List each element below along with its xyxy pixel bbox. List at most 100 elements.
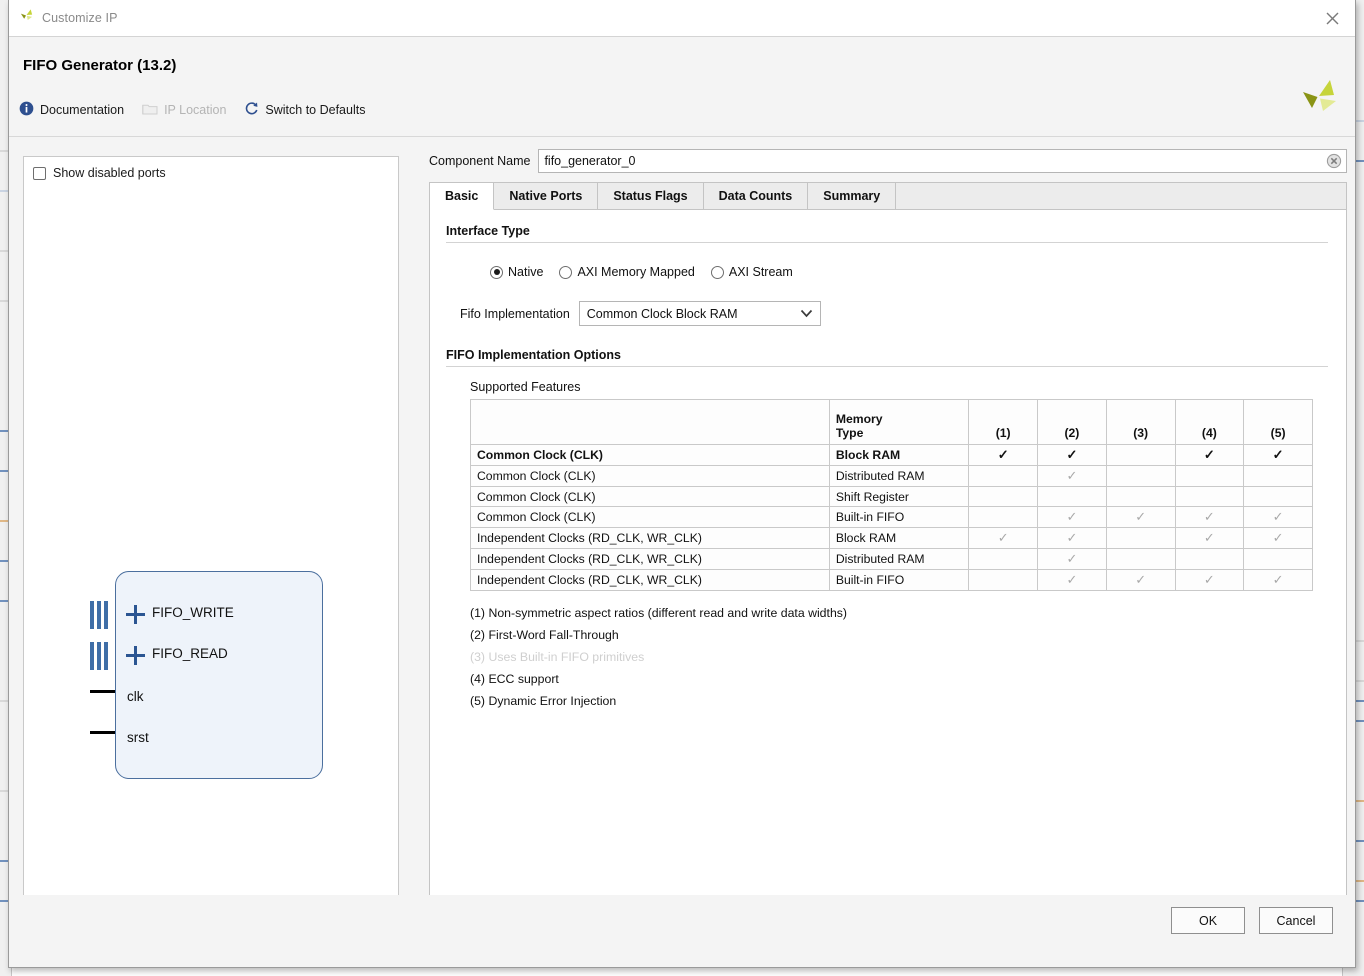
cell-memory-type: Block RAM bbox=[828, 444, 970, 466]
cell-feature-2: ✓ bbox=[1037, 444, 1107, 466]
srst-pin bbox=[90, 731, 116, 734]
switch-to-defaults-button[interactable]: Switch to Defaults bbox=[244, 101, 365, 119]
check-icon: ✓ bbox=[1066, 447, 1078, 462]
col-note-4: (4) bbox=[1174, 399, 1245, 445]
documentation-button[interactable]: Documentation bbox=[19, 101, 124, 119]
radio-axi-stream[interactable]: AXI Stream bbox=[710, 265, 793, 279]
cell-feature-4 bbox=[1174, 486, 1245, 507]
component-name-input[interactable]: fifo_generator_0 bbox=[538, 149, 1347, 173]
tab-content-basic: Interface Type Native AXI Memory Mapped bbox=[430, 210, 1346, 917]
dialog-title: Customize IP bbox=[42, 11, 118, 25]
ok-button[interactable]: OK bbox=[1171, 907, 1245, 934]
check-icon: ✓ bbox=[1066, 551, 1078, 566]
documentation-label: Documentation bbox=[40, 103, 125, 117]
cell-feature-3 bbox=[1105, 465, 1176, 487]
tab-status-flags[interactable]: Status Flags bbox=[598, 183, 704, 209]
cell-clocking: Common Clock (CLK) bbox=[470, 444, 830, 466]
dialog-footer: OK Cancel bbox=[9, 895, 1355, 967]
supported-features-body: Common Clock (CLK) Block RAM ✓ ✓ ✓ ✓ Common Cl… bbox=[470, 444, 1313, 591]
supported-features-label: Supported Features bbox=[470, 380, 581, 394]
check-icon: ✓ bbox=[1203, 509, 1215, 524]
fifo-write-bus-pin bbox=[90, 601, 110, 629]
tab-data-counts[interactable]: Data Counts bbox=[704, 183, 809, 209]
expand-fifo-read-icon[interactable] bbox=[126, 646, 145, 665]
ip-location-label: IP Location bbox=[164, 103, 227, 117]
check-icon: ✓ bbox=[1066, 509, 1078, 524]
ip-symbol-block bbox=[115, 571, 323, 779]
tab-strip: Basic Native Ports Status Flags Data Cou… bbox=[430, 183, 1346, 210]
cell-feature-1 bbox=[968, 506, 1039, 528]
check-icon: ✓ bbox=[1272, 447, 1284, 462]
dialog-body: Show disabled ports FIFO_WRITE FIFO_READ… bbox=[9, 137, 1355, 932]
table-row: Independent Clocks (RD_CLK, WR_CLK) Block… bbox=[470, 527, 1313, 549]
cell-feature-3 bbox=[1105, 527, 1176, 549]
tab-summary[interactable]: Summary bbox=[808, 183, 897, 209]
show-disabled-ports-checkbox[interactable]: Show disabled ports bbox=[33, 166, 166, 180]
cell-feature-3 bbox=[1105, 444, 1176, 466]
col-note-2: (2) bbox=[1037, 399, 1107, 445]
cell-memory-type: Built-in FIFO bbox=[828, 506, 970, 528]
col-memory-type: Memory Type bbox=[828, 399, 970, 445]
cell-clocking: Common Clock (CLK) bbox=[470, 486, 830, 507]
tab-native-ports[interactable]: Native Ports bbox=[494, 183, 599, 209]
port-label-fifo-read: FIFO_READ bbox=[152, 646, 228, 661]
tab-basic[interactable]: Basic bbox=[430, 183, 495, 210]
cell-clocking: Common Clock (CLK) bbox=[470, 506, 830, 528]
cell-feature-4 bbox=[1174, 548, 1245, 570]
footer-buttons: OK Cancel bbox=[1171, 907, 1333, 934]
table-row: Common Clock (CLK) Shift Register bbox=[470, 486, 1313, 507]
cell-feature-2: ✓ bbox=[1037, 527, 1107, 549]
table-row: Common Clock (CLK) Distributed RAM ✓ bbox=[470, 465, 1313, 487]
cell-clocking: Independent Clocks (RD_CLK, WR_CLK) bbox=[470, 548, 830, 570]
radio-axi-memory-mapped-indicator bbox=[559, 265, 573, 279]
cell-feature-5 bbox=[1243, 486, 1313, 507]
cell-feature-1 bbox=[968, 569, 1039, 591]
cell-clocking: Independent Clocks (RD_CLK, WR_CLK) bbox=[470, 527, 830, 549]
clk-pin bbox=[90, 690, 116, 693]
radio-native-label: Native bbox=[508, 265, 544, 279]
xilinx-logo-icon bbox=[19, 8, 34, 28]
fifo-implementation-select[interactable]: Common Clock Block RAM bbox=[578, 301, 821, 326]
tab-strip-filler bbox=[896, 183, 1346, 209]
table-row: Common Clock (CLK) Built-in FIFO ✓ ✓ ✓ ✓ bbox=[470, 506, 1313, 528]
close-icon[interactable] bbox=[1315, 3, 1349, 33]
footnote-2: (2) First-Word Fall-Through bbox=[470, 628, 619, 642]
cell-feature-1: ✓ bbox=[968, 527, 1039, 549]
supported-features-table: Memory Type (1) (2) (3) (4) (5) Common C… bbox=[470, 399, 1313, 591]
footnote-3: (3) Uses Built-in FIFO primitives bbox=[470, 650, 645, 664]
cancel-button[interactable]: Cancel bbox=[1259, 907, 1333, 934]
footnotes-list: (1) Non-symmetric aspect ratios (differe… bbox=[470, 602, 1328, 712]
cell-feature-4: ✓ bbox=[1174, 506, 1245, 528]
radio-axi-memory-mapped[interactable]: AXI Memory Mapped bbox=[559, 265, 695, 279]
col-note-5: (5) bbox=[1243, 399, 1313, 445]
component-name-label: Component Name bbox=[429, 154, 531, 168]
component-name-value: fifo_generator_0 bbox=[544, 154, 636, 168]
check-icon: ✓ bbox=[1272, 572, 1284, 587]
expand-fifo-write-icon[interactable] bbox=[126, 605, 145, 624]
cell-feature-4 bbox=[1174, 465, 1245, 487]
cell-feature-2: ✓ bbox=[1037, 506, 1107, 528]
cell-feature-5: ✓ bbox=[1243, 444, 1313, 466]
cell-memory-type: Shift Register bbox=[828, 486, 970, 507]
show-disabled-ports-label: Show disabled ports bbox=[53, 166, 166, 180]
radio-axi-stream-indicator bbox=[710, 265, 724, 279]
radio-axi-stream-label: AXI Stream bbox=[728, 265, 793, 279]
radio-native[interactable]: Native bbox=[490, 265, 543, 279]
ip-settings-panel: Component Name fifo_generator_0 Basic Na… bbox=[429, 137, 1347, 918]
check-icon: ✓ bbox=[1203, 447, 1215, 462]
fifo-implementation-row: Fifo Implementation Common Clock Block R… bbox=[460, 301, 1328, 326]
col-memory-type-line2: Type bbox=[835, 426, 864, 440]
fifo-implementation-value: Common Clock Block RAM bbox=[586, 306, 738, 321]
refresh-icon bbox=[244, 101, 259, 119]
cell-feature-2: ✓ bbox=[1037, 569, 1107, 591]
clear-circle-icon[interactable] bbox=[1326, 153, 1342, 169]
cell-feature-2 bbox=[1037, 486, 1107, 507]
fifo-implementation-label: Fifo Implementation bbox=[460, 306, 570, 321]
col-note-1: (1) bbox=[968, 399, 1039, 445]
ip-location-button[interactable]: IP Location bbox=[142, 102, 226, 119]
check-icon: ✓ bbox=[1135, 572, 1147, 587]
table-row: Independent Clocks (RD_CLK, WR_CLK) Built… bbox=[470, 569, 1313, 591]
cell-feature-5: ✓ bbox=[1243, 527, 1313, 549]
check-icon: ✓ bbox=[997, 530, 1009, 545]
cell-feature-1 bbox=[968, 548, 1039, 570]
